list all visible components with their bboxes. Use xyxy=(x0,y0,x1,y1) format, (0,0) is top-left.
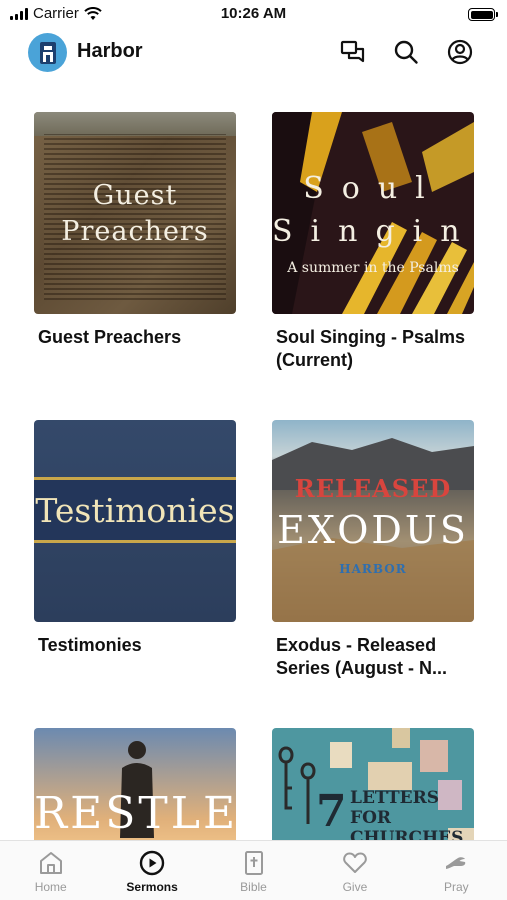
harbor-logo-icon[interactable] xyxy=(28,33,67,72)
series-card-soul-singing[interactable]: Soul Singing A summer in the Psalms Soul… xyxy=(272,112,474,372)
series-title[interactable]: Guest Preachers xyxy=(34,326,236,349)
thumbnail-title: Soul Singing xyxy=(272,171,474,249)
app-header: Harbor xyxy=(0,30,507,76)
status-bar: Carrier 10:26 AM xyxy=(0,0,507,30)
series-title[interactable]: Testimonies xyxy=(34,634,236,657)
thumbnail-title: RESTLESS xyxy=(34,788,236,839)
series-thumbnail[interactable]: Soul Singing A summer in the Psalms xyxy=(272,112,474,314)
series-thumbnail[interactable]: Guest Preachers xyxy=(34,112,236,314)
battery-icon xyxy=(468,8,498,21)
heart-icon xyxy=(343,852,367,873)
chat-icon[interactable] xyxy=(339,38,367,66)
tab-home[interactable]: Home xyxy=(0,841,101,900)
app-title: Harbor xyxy=(77,40,143,62)
tab-sermons[interactable]: Sermons xyxy=(101,841,202,900)
series-thumbnail[interactable]: 7 LETTERS FOR CHURCHES xyxy=(272,728,474,840)
tab-label: Bible xyxy=(240,880,267,894)
series-thumbnail[interactable]: Testimonies xyxy=(34,420,236,622)
series-card-restless[interactable]: RESTLESS xyxy=(34,728,236,840)
status-time: 10:26 AM xyxy=(220,5,287,22)
thumbnail-subtitle: A summer in the Psalms xyxy=(287,260,459,276)
thumbnail-label: RELEASED xyxy=(294,474,452,503)
tab-bible[interactable]: Bible xyxy=(203,841,304,900)
tab-label: Home xyxy=(34,880,67,894)
tab-label: Give xyxy=(342,880,368,894)
tab-label: Sermons xyxy=(126,880,178,894)
series-title[interactable]: Soul Singing - Psalms (Current) xyxy=(272,326,474,372)
series-card-guest-preachers[interactable]: Guest Preachers Guest Preachers xyxy=(34,112,236,349)
series-card-exodus[interactable]: RELEASED EXODUS HARBOR Exodus - Released… xyxy=(272,420,474,680)
thumbnail-number: 7 xyxy=(316,786,347,837)
series-title[interactable]: Exodus - Released Series (August - N... xyxy=(272,634,474,680)
thumbnail-line: Guest xyxy=(92,180,178,211)
home-icon xyxy=(39,852,62,874)
play-circle-icon xyxy=(139,850,165,876)
thumbnail-title: EXODUS xyxy=(277,508,469,552)
profile-icon[interactable] xyxy=(446,38,474,66)
thumbnail-line: Preachers xyxy=(61,216,209,247)
tab-bar: Home Sermons Bible Give Pray xyxy=(0,840,507,900)
thumbnail-brand: HARBOR xyxy=(339,562,407,576)
series-thumbnail[interactable]: RESTLESS xyxy=(34,728,236,840)
thumbnail-title: Testimonies xyxy=(35,491,235,530)
thumbnail-text: Guest Preachers xyxy=(34,178,236,250)
pray-icon xyxy=(446,857,466,869)
bible-icon xyxy=(244,851,263,875)
search-icon[interactable] xyxy=(392,38,420,66)
thumbnail-title: LETTERS FOR CHURCHES xyxy=(350,788,464,840)
series-thumbnail[interactable]: RELEASED EXODUS HARBOR xyxy=(272,420,474,622)
tab-label: Pray xyxy=(443,880,469,894)
series-card-testimonies[interactable]: Testimonies Testimonies xyxy=(34,420,236,657)
series-card-letters[interactable]: 7 LETTERS FOR CHURCHES xyxy=(272,728,474,840)
tab-pray[interactable]: Pray xyxy=(406,841,507,900)
series-grid: Guest Preachers Guest Preachers Soul Sin… xyxy=(0,112,507,840)
tab-give[interactable]: Give xyxy=(304,841,405,900)
